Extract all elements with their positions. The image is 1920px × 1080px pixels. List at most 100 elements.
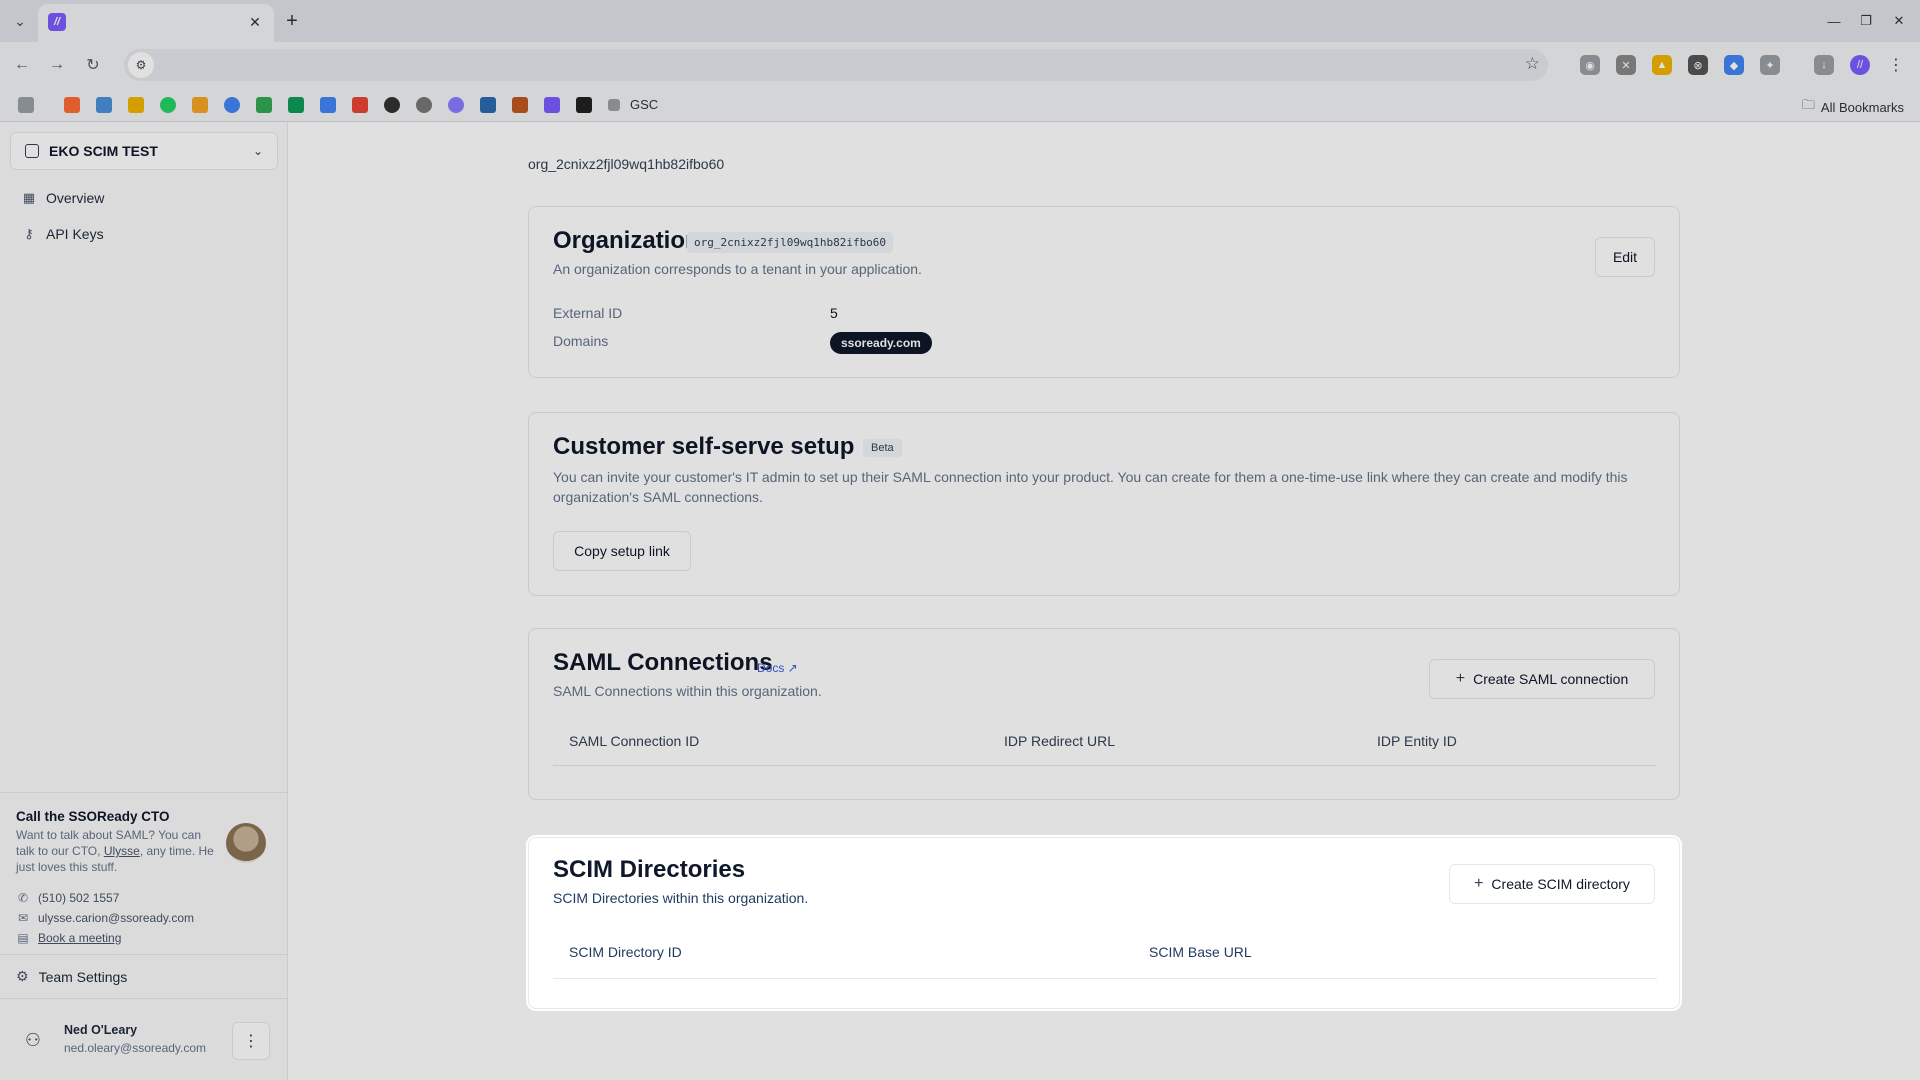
user-menu: ⚇ Ned O'Leary ned.oleary@ssoready.com ⋮: [0, 998, 288, 1080]
bookmark-icon[interactable]: [224, 97, 240, 113]
minimize-window-icon[interactable]: —: [1823, 10, 1845, 32]
back-arrow-icon[interactable]: ←: [9, 52, 35, 78]
key-icon: ⚷: [24, 226, 34, 241]
bookmark-icon[interactable]: [64, 97, 80, 113]
saml-docs-link[interactable]: Docs ↗: [757, 661, 798, 675]
team-settings-label: Team Settings: [38, 968, 128, 985]
cto-book-meeting[interactable]: ▤ Book a meeting: [16, 931, 121, 945]
create-saml-connection-button[interactable]: + Create SAML connection: [1429, 659, 1655, 699]
notion-icon[interactable]: [576, 97, 592, 113]
scim-title: SCIM Directories: [553, 856, 746, 883]
create-scim-label: Create SCIM directory: [1491, 876, 1630, 892]
column-header[interactable]: SAML Connection ID: [569, 733, 699, 749]
extension-icon[interactable]: ▲: [1652, 55, 1672, 75]
bookmark-icon[interactable]: [160, 97, 176, 113]
user-email: ned.oleary@ssoready.com: [64, 1041, 207, 1055]
extension-icon[interactable]: ⊗: [1688, 55, 1708, 75]
all-bookmarks[interactable]: 🗀 All Bookmarks: [1802, 96, 1904, 118]
scim-subtitle: SCIM Directories within this organizatio…: [553, 890, 809, 906]
sheets-icon[interactable]: [288, 97, 304, 113]
mail-icon: ✉: [17, 911, 29, 925]
column-header[interactable]: SCIM Base URL: [1149, 944, 1252, 960]
edit-button[interactable]: Edit: [1595, 237, 1655, 277]
bookmark-icon[interactable]: [512, 97, 528, 113]
all-bookmarks-label: All Bookmarks: [1820, 99, 1904, 115]
site-info-icon[interactable]: ⚙: [128, 52, 154, 78]
bookmark-icon[interactable]: [128, 97, 144, 113]
phone-icon: ✆: [17, 891, 29, 905]
organization-title: Organization: [553, 227, 700, 254]
create-saml-label: Create SAML connection: [1473, 671, 1629, 687]
copy-setup-link-button[interactable]: Copy setup link: [553, 531, 691, 571]
drive-icon[interactable]: [256, 97, 272, 113]
bookmark-icon[interactable]: [480, 97, 496, 113]
gmail-icon[interactable]: [352, 97, 368, 113]
organization-subtitle: An organization corresponds to a tenant …: [553, 261, 922, 277]
address-bar[interactable]: ⚙ ☆: [124, 49, 1548, 81]
org-switcher[interactable]: EKO SCIM TEST ⌄: [10, 132, 278, 170]
grid-icon: ▦: [22, 190, 36, 205]
user-more-button[interactable]: ⋮: [232, 1022, 270, 1060]
close-window-icon[interactable]: ✕: [1888, 10, 1910, 32]
cto-email-text: ulysse.carion@ssoready.com: [38, 911, 195, 925]
gear-icon: ⚙: [16, 968, 29, 984]
extension-icon[interactable]: ✕: [1616, 55, 1636, 75]
self-serve-title: Customer self-serve setup: [553, 433, 855, 460]
tab-search-chevron-icon[interactable]: ⌄: [8, 9, 32, 33]
browser-tab[interactable]: // ✕: [38, 4, 274, 42]
book-meeting-link: Book a meeting: [38, 931, 122, 945]
browser-menu-icon[interactable]: ⋮: [1886, 55, 1906, 75]
puzzle-extensions-icon[interactable]: ✦: [1760, 55, 1780, 75]
calendar-icon: ▤: [17, 931, 29, 945]
extension-icon[interactable]: ◆: [1724, 55, 1744, 75]
extension-icon[interactable]: ◉: [1580, 55, 1600, 75]
bookmark-icon[interactable]: [416, 97, 432, 113]
saml-subtitle: SAML Connections within this organizatio…: [553, 683, 822, 699]
bookmark-icon[interactable]: [96, 97, 112, 113]
download-icon[interactable]: ↓: [1814, 55, 1834, 75]
bookmark-star-icon[interactable]: ☆: [1525, 54, 1540, 74]
github-icon[interactable]: [384, 97, 400, 113]
org-switcher-label: EKO SCIM TEST: [49, 143, 158, 159]
sidebar-item-api-keys[interactable]: ⚷ API Keys: [22, 222, 103, 246]
more-vertical-icon: ⋮: [243, 1033, 259, 1050]
team-settings[interactable]: ⚙ Team Settings: [0, 954, 288, 998]
close-tab-icon[interactable]: ✕: [246, 13, 264, 31]
docs-icon[interactable]: [320, 97, 336, 113]
beta-badge: Beta: [863, 439, 902, 457]
user-icon: ⚇: [24, 1029, 42, 1050]
profile-avatar-icon[interactable]: //: [1850, 55, 1870, 75]
restore-window-icon[interactable]: ❐: [1855, 10, 1877, 32]
bookmark-icon[interactable]: [448, 97, 464, 113]
user-name: Ned O'Leary: [64, 1023, 138, 1037]
domains-label: Domains: [553, 333, 609, 349]
reload-icon[interactable]: ↻: [80, 52, 106, 78]
new-tab-button[interactable]: +: [280, 9, 304, 33]
apps-grid-icon[interactable]: [18, 97, 34, 113]
cto-title: Call the SSOReady CTO: [16, 809, 170, 824]
saml-title: SAML Connections: [553, 649, 773, 676]
bookmark-gsc-label[interactable]: GSC: [630, 97, 658, 112]
cto-avatar: [226, 823, 266, 863]
column-header[interactable]: IDP Redirect URL: [1004, 733, 1115, 749]
folder-icon: 🗀: [1801, 97, 1815, 112]
ssoready-favicon-icon: //: [48, 13, 66, 31]
cube-icon: [25, 144, 39, 158]
create-scim-directory-button[interactable]: + Create SCIM directory: [1449, 864, 1655, 904]
column-header[interactable]: SCIM Directory ID: [569, 944, 682, 960]
column-header[interactable]: IDP Entity ID: [1377, 733, 1457, 749]
self-serve-card: Customer self-serve setup Beta You can i…: [528, 412, 1680, 596]
gsc-icon[interactable]: [608, 99, 620, 111]
forward-arrow-icon[interactable]: →: [44, 52, 70, 78]
organization-id-tag: org_2cnixz2fjl09wq1hb82ifbo60: [687, 232, 894, 253]
table-divider: [553, 765, 1657, 766]
bookmark-icon[interactable]: [544, 97, 560, 113]
bookmarks-bar: GSC 🗀 All Bookmarks: [0, 88, 1920, 122]
cto-email[interactable]: ✉ ulysse.carion@ssoready.com: [16, 911, 194, 925]
sidebar-item-overview[interactable]: ▦ Overview: [22, 186, 105, 210]
cto-phone[interactable]: ✆ (510) 502 1557: [16, 891, 119, 905]
browser-toolbar: ← → ↻ ⚙ ☆ ◉ ✕ ▲ ⊗ ◆ ✦ ↓ // ⋮: [0, 42, 1920, 88]
bookmark-icon[interactable]: [192, 97, 208, 113]
organization-card: Organization org_2cnixz2fjl09wq1hb82ifbo…: [528, 206, 1680, 378]
cto-name-link[interactable]: Ulysse: [104, 844, 140, 858]
